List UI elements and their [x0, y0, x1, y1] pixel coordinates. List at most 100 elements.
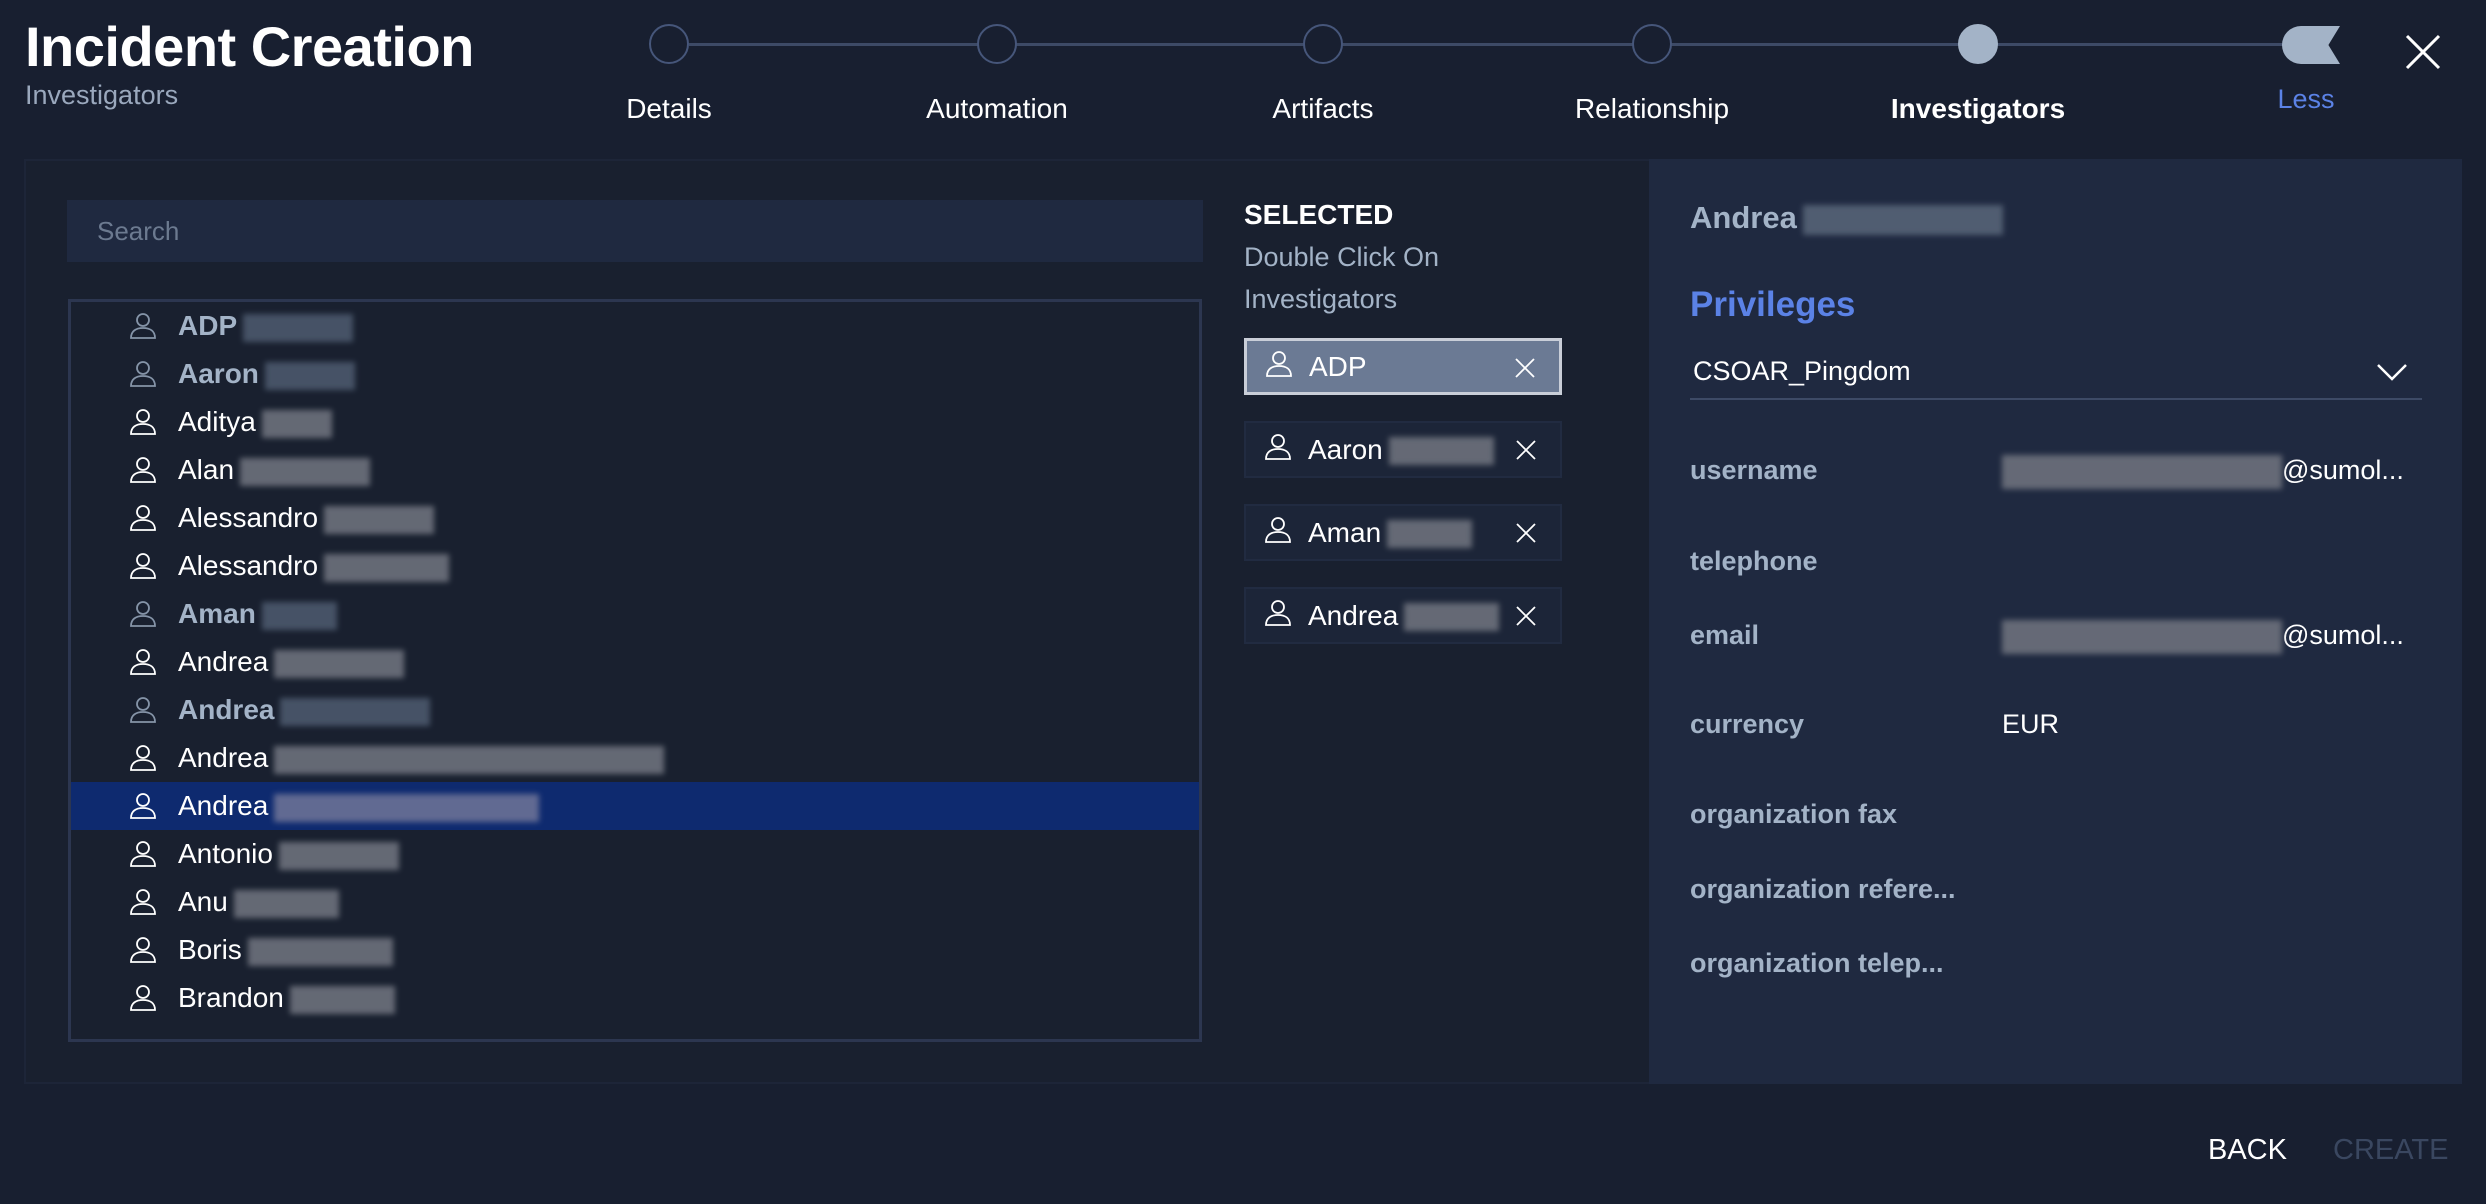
list-item-name: Andrea: [178, 694, 275, 725]
redacted-surname: [278, 841, 399, 870]
redacted-surname: [274, 649, 405, 678]
list-item[interactable]: Andrea: [71, 686, 1199, 734]
redacted-surname: [1387, 520, 1473, 549]
less-toggle[interactable]: Less: [2277, 84, 2334, 115]
list-item-name: Alan: [178, 454, 235, 485]
list-item[interactable]: Anu: [71, 878, 1199, 926]
person-icon: [129, 888, 157, 921]
field-label-telephone: telephone: [1690, 546, 1818, 576]
person-icon: [1264, 599, 1292, 632]
page-title: Incident Creation: [25, 15, 474, 78]
step-investigators-dot[interactable]: [1958, 24, 1998, 64]
redacted-value: [2002, 455, 2282, 489]
list-item-name: Anu: [178, 886, 228, 917]
selected-chip[interactable]: Andrea: [1244, 587, 1562, 644]
selected-chip[interactable]: Aaron: [1244, 421, 1562, 478]
person-icon: [129, 504, 157, 537]
step-details-label[interactable]: Details: [626, 93, 712, 125]
list-item[interactable]: ADP: [71, 302, 1199, 350]
redacted-surname: [261, 601, 337, 630]
list-item[interactable]: Andrea: [71, 638, 1199, 686]
step-automation-dot[interactable]: [977, 24, 1017, 64]
redacted-surname: [1404, 603, 1500, 632]
redacted-surname: [289, 985, 395, 1014]
step-investigators-label[interactable]: Investigators: [1891, 93, 2065, 125]
redacted-surname: [1388, 437, 1494, 466]
remove-icon[interactable]: [1516, 440, 1536, 460]
redacted-surname: [324, 553, 450, 582]
list-item[interactable]: Alessandro: [71, 494, 1199, 542]
list-item-name: Aman: [178, 598, 256, 629]
step-artifacts-dot[interactable]: [1303, 24, 1343, 64]
person-icon: [129, 456, 157, 489]
search-input[interactable]: [67, 200, 1203, 262]
person-icon: [129, 648, 157, 681]
person-icon: [129, 312, 157, 345]
redacted-surname: [1802, 204, 2003, 235]
field-label-organization-telep: organization telep...: [1690, 948, 1944, 978]
person-icon: [1265, 350, 1293, 383]
step-relationship-dot[interactable]: [1632, 24, 1672, 64]
list-item[interactable]: Boris: [71, 926, 1199, 974]
field-value-currency: EUR: [2002, 709, 2059, 740]
person-icon: [129, 600, 157, 633]
redacted-surname: [261, 409, 332, 438]
investigator-name: Andrea: [1690, 200, 2003, 236]
remove-icon[interactable]: [1515, 358, 1535, 378]
selected-chip[interactable]: Aman: [1244, 504, 1562, 561]
field-value-text: EUR: [2002, 709, 2060, 739]
field-label-organization-fax: organization fax: [1690, 799, 1898, 829]
redacted-surname: [243, 313, 354, 342]
list-item[interactable]: Brandon: [71, 974, 1199, 1022]
list-item[interactable]: Aditya: [71, 398, 1199, 446]
remove-icon[interactable]: [1516, 606, 1536, 626]
list-item-name: Alessandro: [178, 502, 319, 533]
person-icon: [129, 936, 157, 969]
investigator-list[interactable]: ADP Aaron Aditya Alan Alessandro Alessandro Am…: [68, 299, 1202, 1042]
list-item[interactable]: Aman: [71, 590, 1199, 638]
remove-icon[interactable]: [1516, 523, 1536, 543]
chevron-down-icon: [2377, 364, 2407, 381]
step-artifacts-label[interactable]: Artifacts: [1272, 93, 1373, 125]
list-item[interactable]: Andrea: [71, 782, 1199, 830]
list-item[interactable]: Andrea: [71, 734, 1199, 782]
field-label-username: username: [1690, 455, 1818, 485]
step-automation-label[interactable]: Automation: [926, 93, 1068, 125]
redacted-value: [2002, 620, 2282, 654]
list-item-name: Andrea: [178, 790, 269, 821]
field-value-text: @sumol...: [2282, 620, 2404, 651]
list-item-partial[interactable]: [71, 1022, 1199, 1039]
list-item-name: Boris: [178, 934, 242, 965]
selected-chip-name: Aaron: [1308, 433, 1383, 465]
redacted-surname: [264, 361, 355, 390]
selected-heading: SELECTED: [1244, 199, 1394, 230]
field-value-email: @sumol...: [2002, 620, 2404, 654]
redacted-surname: [247, 937, 393, 966]
back-button[interactable]: BACK: [2208, 1134, 2287, 1167]
redacted-surname: [324, 505, 435, 534]
privileges-dropdown[interactable]: CSOAR_Pingdom: [1690, 350, 2422, 400]
field-value-username: @sumol...: [2002, 455, 2404, 489]
selected-chip-name: Aman: [1308, 516, 1382, 548]
stepper-track: [689, 43, 2289, 46]
investigator-first-name: Andrea: [1690, 200, 1797, 235]
field-label-email: email: [1690, 620, 1760, 650]
list-item[interactable]: Alessandro: [71, 542, 1199, 590]
step-details-dot[interactable]: [649, 24, 689, 64]
privileges-heading: Privileges: [1690, 285, 1856, 324]
list-item-name: Aaron: [178, 358, 259, 389]
list-item[interactable]: Antonio: [71, 830, 1199, 878]
person-icon: [1264, 516, 1292, 549]
flag-icon[interactable]: [2282, 26, 2340, 64]
privileges-value: CSOAR_Pingdom: [1693, 356, 1911, 386]
close-icon[interactable]: [2404, 33, 2442, 71]
list-item[interactable]: Aaron: [71, 350, 1199, 398]
create-button[interactable]: CREATE: [2333, 1134, 2448, 1167]
list-item-name: Antonio: [178, 838, 273, 869]
redacted-surname: [280, 697, 431, 726]
person-icon: [1264, 433, 1292, 466]
selected-chip[interactable]: ADP: [1244, 338, 1562, 395]
person-icon: [129, 360, 157, 393]
list-item[interactable]: Alan: [71, 446, 1199, 494]
step-relationship-label[interactable]: Relationship: [1575, 93, 1729, 125]
